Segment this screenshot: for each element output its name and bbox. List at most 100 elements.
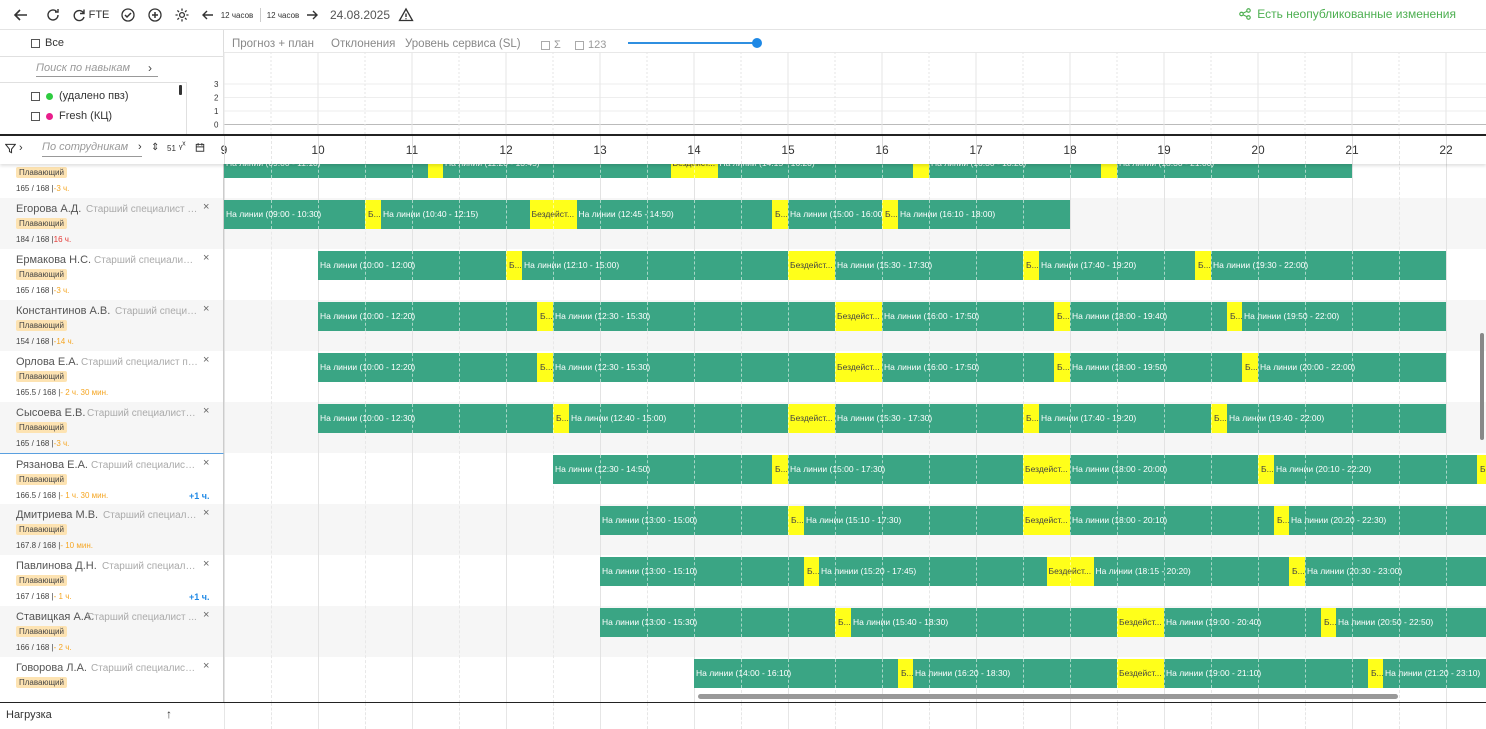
- break-segment[interactable]: Б...: [1023, 404, 1039, 433]
- on-line-segment[interactable]: На линии (16:00 - 17:50): [882, 353, 1054, 382]
- break-segment[interactable]: Б...: [1289, 557, 1305, 586]
- on-line-segment[interactable]: На линии (19:30 - 22:00): [1211, 251, 1446, 280]
- on-line-segment[interactable]: На линии (16:20 - 18:30): [913, 659, 1117, 688]
- shift-bar[interactable]: На линии (12:30 - 14:50) Б... На линии (15…: [553, 455, 1486, 484]
- on-line-segment[interactable]: На линии (15:10 - 17:30): [804, 506, 1023, 535]
- on-line-segment[interactable]: На линии (20:50 - 22:50): [1336, 608, 1486, 637]
- break-segment[interactable]: Б...: [537, 302, 553, 331]
- employee-card[interactable]: Ермакова Н.С.Старший специалист по ... × П…: [0, 249, 224, 300]
- skills-search-input[interactable]: Поиск по навыкам: [36, 62, 158, 77]
- on-line-segment[interactable]: На линии (12:40 - 15:00): [569, 404, 788, 433]
- employee-card[interactable]: Ставицкая А.А. Старший специалист ... × Пла…: [0, 606, 224, 657]
- idle-segment[interactable]: Бездейст...: [1117, 608, 1164, 637]
- break-segment[interactable]: Б...: [1054, 302, 1070, 331]
- on-line-segment[interactable]: На линии (16:00 - 17:50): [882, 302, 1054, 331]
- select-all-row[interactable]: Все: [31, 37, 64, 49]
- redo-icon[interactable]: [70, 6, 88, 24]
- remove-employee-icon[interactable]: ×: [203, 507, 209, 519]
- warning-icon[interactable]: [397, 6, 415, 24]
- on-line-segment[interactable]: На линии (10:40 - 12:15): [381, 200, 530, 229]
- break-segment[interactable]: Б...: [1242, 353, 1258, 382]
- shift-bar[interactable]: На линии (14:00 - 16:10) Б... На линии (16…: [694, 659, 1486, 688]
- on-line-segment[interactable]: На линии (15:40 - 18:30): [851, 608, 1117, 637]
- remove-employee-icon[interactable]: ×: [203, 303, 209, 315]
- on-line-segment[interactable]: На линии (12:30 - 14:50): [553, 455, 772, 484]
- break-segment[interactable]: Б...: [1226, 302, 1242, 331]
- arrow-up-icon[interactable]: ↑: [166, 707, 172, 721]
- remove-employee-icon[interactable]: ×: [203, 660, 209, 672]
- break-segment[interactable]: Б...: [803, 557, 819, 586]
- fte-toggle[interactable]: FTE: [89, 6, 110, 24]
- skill-checkbox[interactable]: [31, 91, 40, 101]
- on-line-segment[interactable]: На линии (10:00 - 12:30): [318, 404, 553, 433]
- on-line-segment[interactable]: На линии (15:00 - 17:30): [788, 455, 1023, 484]
- shift-bar[interactable]: На линии (10:00 - 12:00) Б... На линии (12…: [318, 251, 1446, 280]
- on-line-segment[interactable]: На линии (14:00 - 16:10): [694, 659, 898, 688]
- break-segment[interactable]: Б...: [553, 404, 569, 433]
- sort-icon[interactable]: ⇕: [151, 142, 159, 153]
- skill-item[interactable]: Fresh (КЦ): [31, 110, 112, 122]
- shift-bar[interactable]: На линии (13:00 - 15:00) Б... На линии (15…: [600, 506, 1486, 535]
- break-segment[interactable]: Б...: [788, 506, 804, 535]
- on-line-segment[interactable]: На линии (18:00 - 19:50): [1070, 353, 1242, 382]
- break-segment[interactable]: Б...: [772, 455, 788, 484]
- employee-card[interactable]: Егорова А.Д. Старший специалист по ... × Пл…: [0, 198, 224, 249]
- skill-checkbox[interactable]: [31, 111, 40, 121]
- break-segment[interactable]: Б...: [1195, 251, 1211, 280]
- break-segment[interactable]: Б...: [1211, 404, 1227, 433]
- remove-employee-icon[interactable]: ×: [203, 252, 209, 264]
- remove-employee-icon[interactable]: ×: [203, 558, 209, 570]
- next-period-button[interactable]: 12 часов: [264, 6, 302, 24]
- idle-segment[interactable]: Бездейст...: [1023, 506, 1070, 535]
- shift-bar[interactable]: На линии (10:00 - 12:20) Б... На линии (12…: [318, 353, 1446, 382]
- chevron-right-icon[interactable]: ›: [138, 141, 142, 153]
- break-segment[interactable]: Б...: [882, 200, 898, 229]
- unpublished-changes-link[interactable]: Есть неопубликованные изменения: [1238, 7, 1456, 21]
- skills-scrollbar[interactable]: [179, 85, 182, 95]
- calendar-icon[interactable]: [195, 142, 205, 153]
- employee-card[interactable]: Константинов А.В. Старший специал... × Плав…: [0, 300, 224, 351]
- shift-bar[interactable]: На линии (09:00 - 10:30) Б... На линии (10…: [224, 200, 1070, 229]
- on-line-segment[interactable]: На линии (16:10 - 18:00): [898, 200, 1070, 229]
- on-line-segment[interactable]: На линии (18:00 - 19:40): [1070, 302, 1227, 331]
- break-segment[interactable]: Б...: [537, 353, 553, 382]
- remove-employee-icon[interactable]: ×: [203, 201, 209, 213]
- idle-segment[interactable]: Бездейст...: [835, 302, 882, 331]
- vertical-scrollbar[interactable]: [1480, 333, 1484, 440]
- idle-segment[interactable]: Бездейст...: [1117, 659, 1164, 688]
- on-line-segment[interactable]: На линии (15:20 - 17:45): [819, 557, 1046, 586]
- idle-segment[interactable]: Бездейст...: [835, 353, 882, 382]
- on-line-segment[interactable]: На линии (12:10 - 15:00): [522, 251, 788, 280]
- employee-card[interactable]: Говорова Л.А. Старший специалист п... × Пла…: [0, 657, 224, 702]
- on-line-segment[interactable]: На линии (12:45 - 14:50): [577, 200, 773, 229]
- break-segment[interactable]: Б...: [1054, 353, 1070, 382]
- break-segment[interactable]: Б...: [1258, 455, 1274, 484]
- break-segment[interactable]: Б...: [506, 251, 522, 280]
- clear-filter-icon[interactable]: ᵧˣ: [179, 140, 186, 151]
- idle-segment[interactable]: Бездейст...: [1023, 455, 1070, 484]
- filter-toggle[interactable]: ›: [5, 142, 23, 154]
- select-all-checkbox[interactable]: [31, 38, 40, 48]
- prev-period-arrow-icon[interactable]: [200, 6, 216, 24]
- break-segment[interactable]: Б...: [835, 608, 851, 637]
- break-segment[interactable]: Б...: [1320, 608, 1336, 637]
- remove-employee-icon[interactable]: ×: [203, 354, 209, 366]
- shift-bar[interactable]: На линии (10:00 - 12:30) Б... На линии (12…: [318, 404, 1446, 433]
- break-segment[interactable]: Б...: [365, 200, 381, 229]
- horizontal-scrollbar[interactable]: [698, 694, 1398, 699]
- employee-search-input[interactable]: По сотрудникам: [42, 141, 142, 157]
- on-line-segment[interactable]: На линии (20:20 - 22:30): [1289, 506, 1486, 535]
- add-circle-icon[interactable]: [146, 6, 164, 24]
- on-line-segment[interactable]: На линии (18:15 - 20:20): [1094, 557, 1290, 586]
- on-line-segment[interactable]: На линии (13:00 - 15:10): [600, 557, 804, 586]
- idle-segment[interactable]: Бездейст...: [788, 404, 835, 433]
- employee-card[interactable]: Сысоева Е.В.Старший специалист по ... × Пл…: [0, 402, 224, 453]
- skill-item[interactable]: (удалено пвз): [31, 90, 129, 102]
- on-line-segment[interactable]: На линии (19:00 - 21:10): [1164, 659, 1368, 688]
- on-line-segment[interactable]: На линии (19:40 - 22:00): [1227, 404, 1446, 433]
- shift-bar[interactable]: На линии (13:00 - 15:30) Б... На линии (15…: [600, 608, 1486, 637]
- on-line-segment[interactable]: На линии (19:50 - 22:00): [1242, 302, 1446, 331]
- break-segment[interactable]: Б...: [1273, 506, 1289, 535]
- prev-period-button[interactable]: 12 часов: [218, 6, 256, 24]
- break-segment[interactable]: Б...: [1477, 455, 1486, 484]
